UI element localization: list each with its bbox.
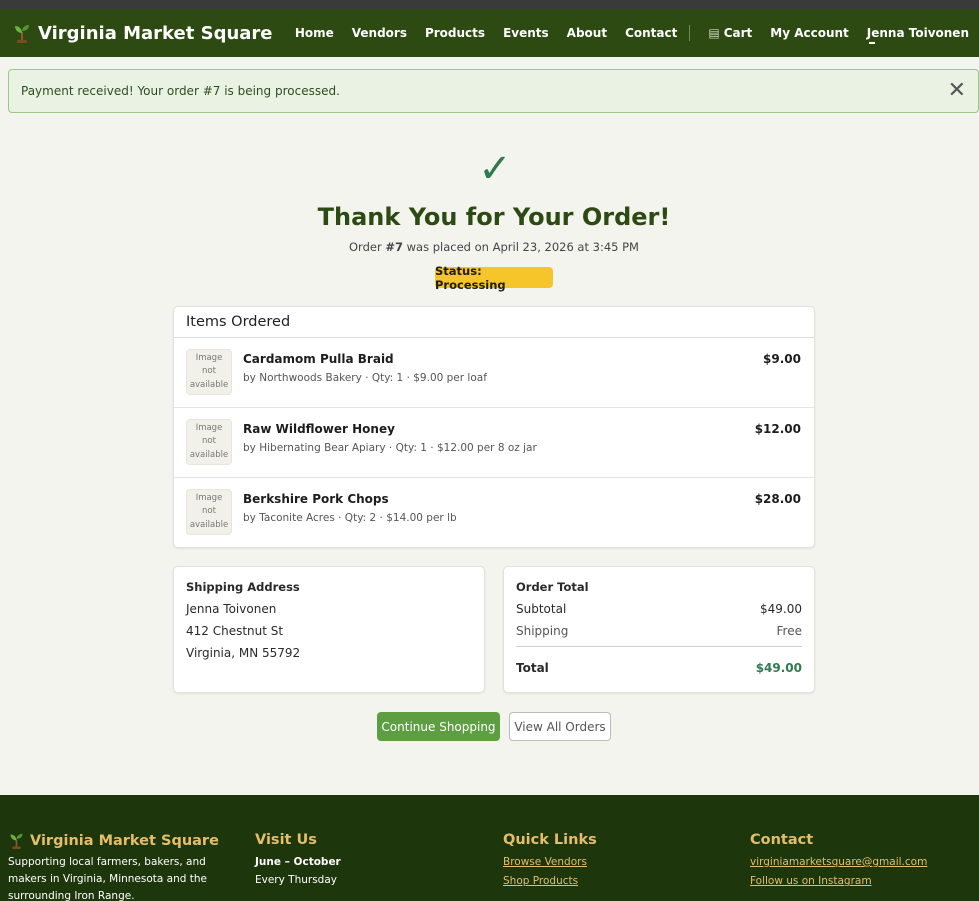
total-label: Total [516,661,549,675]
shipping-street: 412 Chestnut St [186,624,284,638]
nav-contact[interactable]: Contact [625,26,677,40]
page-title: Thank You for Your Order! [317,203,671,231]
item-details: by Hibernating Bear Apiary · Qty: 1 · $1… [243,442,537,454]
window-top-strip [0,0,979,9]
item-price: $28.00 [754,492,801,506]
footer-season: June – October [255,856,341,868]
shipping-address-card: Shipping Address Jenna Toivonen 412 Ches… [173,566,485,693]
footer-link-products[interactable]: Shop Products [503,872,597,891]
nav-vendors[interactable]: Vendors [352,26,407,40]
subtotal-label: Subtotal [516,602,567,616]
brand-logo[interactable]: Virginia Market Square [12,23,273,44]
footer-email-link[interactable]: virginiamarketsquare@gmail.com [750,853,927,872]
footer-schedule: Every Thursday [255,874,338,887]
footer-contact-heading: Contact [750,832,814,848]
alert-message: Payment received! Your order #7 is being… [21,84,340,98]
cart-icon: ▤ [708,26,720,40]
order-meta: Order #7 was placed on April 23, 2026 at… [0,240,979,254]
sprout-icon [15,25,29,43]
total-divider [516,646,802,647]
order-meta-prefix: Order [349,240,386,254]
shipping-value: Free [776,624,802,638]
nav-divider [689,25,691,41]
nav-products[interactable]: Products [425,26,485,40]
item-name: Raw Wildflower Honey [243,422,395,436]
footer-instagram-link[interactable]: Follow us on Instagram [750,872,927,891]
order-meta-suffix: was placed on April 23, 2026 at 3:45 PM [402,240,639,254]
item-image-placeholder: Image not available [186,489,232,535]
footer-brand-name: Virginia Market Square [30,832,219,849]
items-ordered-card: Items Ordered Image not available Cardam… [173,306,815,548]
footer-contact: Contact virginiamarketsquare@gmail.com F… [750,832,927,892]
order-total-title: Order Total [516,580,589,594]
shipping-name: Jenna Toivonen [186,602,277,616]
nav-cart-label: Cart [723,26,753,40]
footer-brand: Virginia Market Square [8,832,240,849]
status-badge: Status: Processing [435,264,553,292]
footer-visit-heading: Visit Us [255,832,317,848]
brand-name: Virginia Market Square [38,22,273,44]
grand-total-row: Total $49.00 [516,661,802,675]
item-price: $9.00 [763,352,801,366]
nav-home[interactable]: Home [295,26,334,40]
order-total-card: Order Total Subtotal $49.00 Shipping Fre… [503,566,815,693]
nav-my-account[interactable]: My Account [770,26,849,40]
shipping-city: Virginia, MN 55792 [186,646,301,660]
subtotal-value: $49.00 [760,602,802,616]
footer-quick-links: Quick Links Browse Vendors Shop Products [503,832,597,892]
shipping-row: Shipping Free [516,624,802,638]
sprout-icon [10,833,23,849]
shipping-label: Shipping [516,624,569,638]
items-header: Items Ordered [174,307,814,338]
footer-about: Virginia Market Square Supporting local … [8,832,240,901]
item-name: Berkshire Pork Chops [243,492,389,506]
payment-success-alert: Payment received! Your order #7 is being… [8,69,979,113]
nav-events[interactable]: Events [503,26,549,40]
shipping-title: Shipping Address [186,580,300,594]
order-item-row: Image not available Cardamom Pulla Braid… [174,338,814,408]
item-details: by Northwoods Bakery · Qty: 1 · $9.00 pe… [243,372,487,384]
close-icon[interactable]: ✕ [948,80,966,102]
nav-user-dropdown[interactable]: Jenna Toivonen [867,26,969,44]
item-details: by Taconite Acres · Qty: 2 · $14.00 per … [243,512,457,524]
order-item-row: Image not available Berkshire Pork Chops… [174,478,814,548]
site-footer: Virginia Market Square Supporting local … [0,795,979,901]
nav-cart[interactable]: ▤ Cart [708,26,752,40]
nav-links: Home Vendors Products Events About Conta… [277,9,969,57]
item-image-placeholder: Image not available [186,349,232,395]
checkmark-icon: ✓ [478,146,512,192]
subtotal-row: Subtotal $49.00 [516,602,802,616]
footer-visit: Visit Us June – October Every Thursday [255,832,341,890]
nav-about[interactable]: About [567,26,607,40]
item-price: $12.00 [754,422,801,436]
item-image-placeholder: Image not available [186,419,232,465]
footer-link-vendors[interactable]: Browse Vendors [503,853,597,872]
footer-links-heading: Quick Links [503,832,597,848]
footer-tagline: Supporting local farmers, bakers, and ma… [8,856,207,901]
order-item-row: Image not available Raw Wildflower Honey… [174,408,814,478]
order-number: #7 [385,240,403,254]
item-name: Cardamom Pulla Braid [243,352,394,366]
total-value: $49.00 [755,661,802,675]
continue-shopping-button[interactable]: Continue Shopping [377,712,500,741]
view-all-orders-button[interactable]: View All Orders [509,712,611,741]
main-navbar: Virginia Market Square Home Vendors Prod… [0,9,979,57]
